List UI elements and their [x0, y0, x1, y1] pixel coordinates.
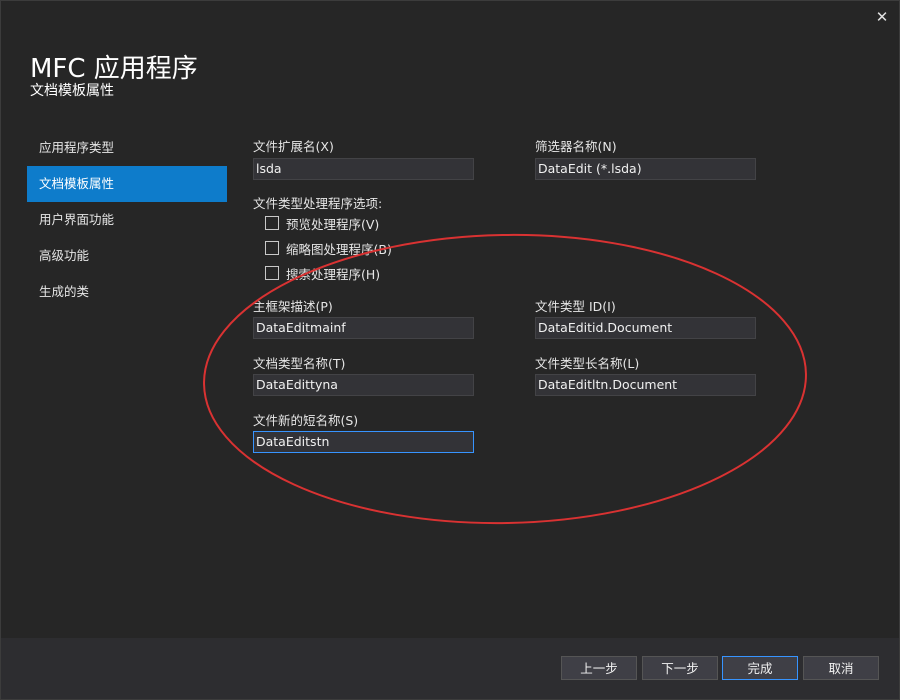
filter-name-input[interactable]	[535, 158, 756, 180]
sidebar-item-generated-classes[interactable]: 生成的类	[27, 274, 227, 310]
search-handler-option[interactable]: 搜索处理程序(H)	[265, 264, 380, 282]
thumbnail-handler-label: 缩略图处理程序(B)	[286, 241, 392, 257]
cancel-button[interactable]: 取消	[803, 656, 879, 680]
preview-handler-label: 预览处理程序(V)	[286, 216, 380, 232]
handler-options-label: 文件类型处理程序选项:	[253, 196, 383, 211]
next-button[interactable]: 下一步	[642, 656, 718, 680]
close-icon[interactable]: ✕	[872, 7, 892, 27]
search-handler-label: 搜索处理程序(H)	[286, 266, 381, 282]
file-new-short-name-label: 文件新的短名称(S)	[253, 413, 359, 428]
sidebar-item-app-type[interactable]: 应用程序类型	[27, 130, 227, 166]
sidebar-item-doc-template[interactable]: 文档模板属性	[27, 166, 227, 202]
file-type-id-label: 文件类型 ID(I)	[535, 299, 616, 314]
search-handler-checkbox[interactable]	[265, 266, 279, 280]
doc-type-name-input[interactable]	[253, 374, 474, 396]
main-frame-caption-input[interactable]	[253, 317, 474, 339]
doc-type-name-label: 文档类型名称(T)	[253, 356, 346, 371]
file-extension-label: 文件扩展名(X)	[253, 139, 334, 154]
file-type-long-name-input[interactable]	[535, 374, 756, 396]
thumbnail-handler-option[interactable]: 缩略图处理程序(B)	[265, 239, 392, 257]
file-new-short-name-input[interactable]	[253, 431, 474, 453]
dialog-frame	[0, 0, 900, 700]
preview-handler-option[interactable]: 预览处理程序(V)	[265, 214, 379, 232]
sidebar-item-ui-features[interactable]: 用户界面功能	[27, 202, 227, 238]
thumbnail-handler-checkbox[interactable]	[265, 241, 279, 255]
preview-handler-checkbox[interactable]	[265, 216, 279, 230]
sidebar-nav: 应用程序类型 文档模板属性 用户界面功能 高级功能 生成的类	[27, 130, 227, 310]
file-type-id-input[interactable]	[535, 317, 756, 339]
prev-button[interactable]: 上一步	[561, 656, 637, 680]
file-type-long-name-label: 文件类型长名称(L)	[535, 356, 640, 371]
file-extension-input[interactable]	[253, 158, 474, 180]
sidebar-item-advanced[interactable]: 高级功能	[27, 238, 227, 274]
filter-name-label: 筛选器名称(N)	[535, 139, 617, 154]
main-frame-caption-label: 主框架描述(P)	[253, 299, 333, 314]
page-subtitle: 文档模板属性	[30, 83, 114, 99]
finish-button[interactable]: 完成	[722, 656, 798, 680]
